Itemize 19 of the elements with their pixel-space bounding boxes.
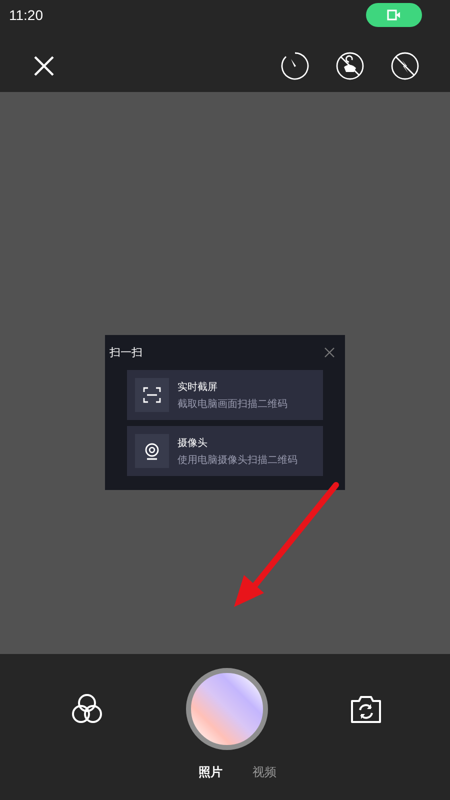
scan-option[interactable]: 实时截屏 截取电脑画面扫描二维码: [126, 370, 322, 420]
beauty-off-icon[interactable]: [335, 51, 365, 81]
flash-off-icon[interactable]: [390, 51, 420, 81]
switch-camera-icon[interactable]: [349, 694, 383, 724]
scan-option[interactable]: 摄像头 使用电脑摄像头扫描二维码: [126, 426, 322, 476]
option-title: 实时截屏: [178, 380, 218, 394]
video-call-pill[interactable]: [366, 3, 422, 27]
webcam-icon: [144, 442, 158, 460]
mode-tab[interactable]: 照片: [198, 764, 222, 781]
scan-frame-icon: [142, 387, 160, 403]
timer-icon[interactable]: [280, 51, 310, 81]
video-camera-icon: [387, 9, 401, 21]
option-description: 使用电脑摄像头扫描二维码: [178, 454, 298, 466]
mode-tab[interactable]: 视频: [252, 764, 276, 781]
filter-circles-icon[interactable]: [70, 693, 104, 725]
dialog-title: 扫一扫: [110, 345, 142, 360]
option-title: 摄像头: [178, 436, 208, 450]
status-time: 11:20: [9, 7, 43, 23]
option-description: 截取电脑画面扫描二维码: [178, 398, 288, 410]
